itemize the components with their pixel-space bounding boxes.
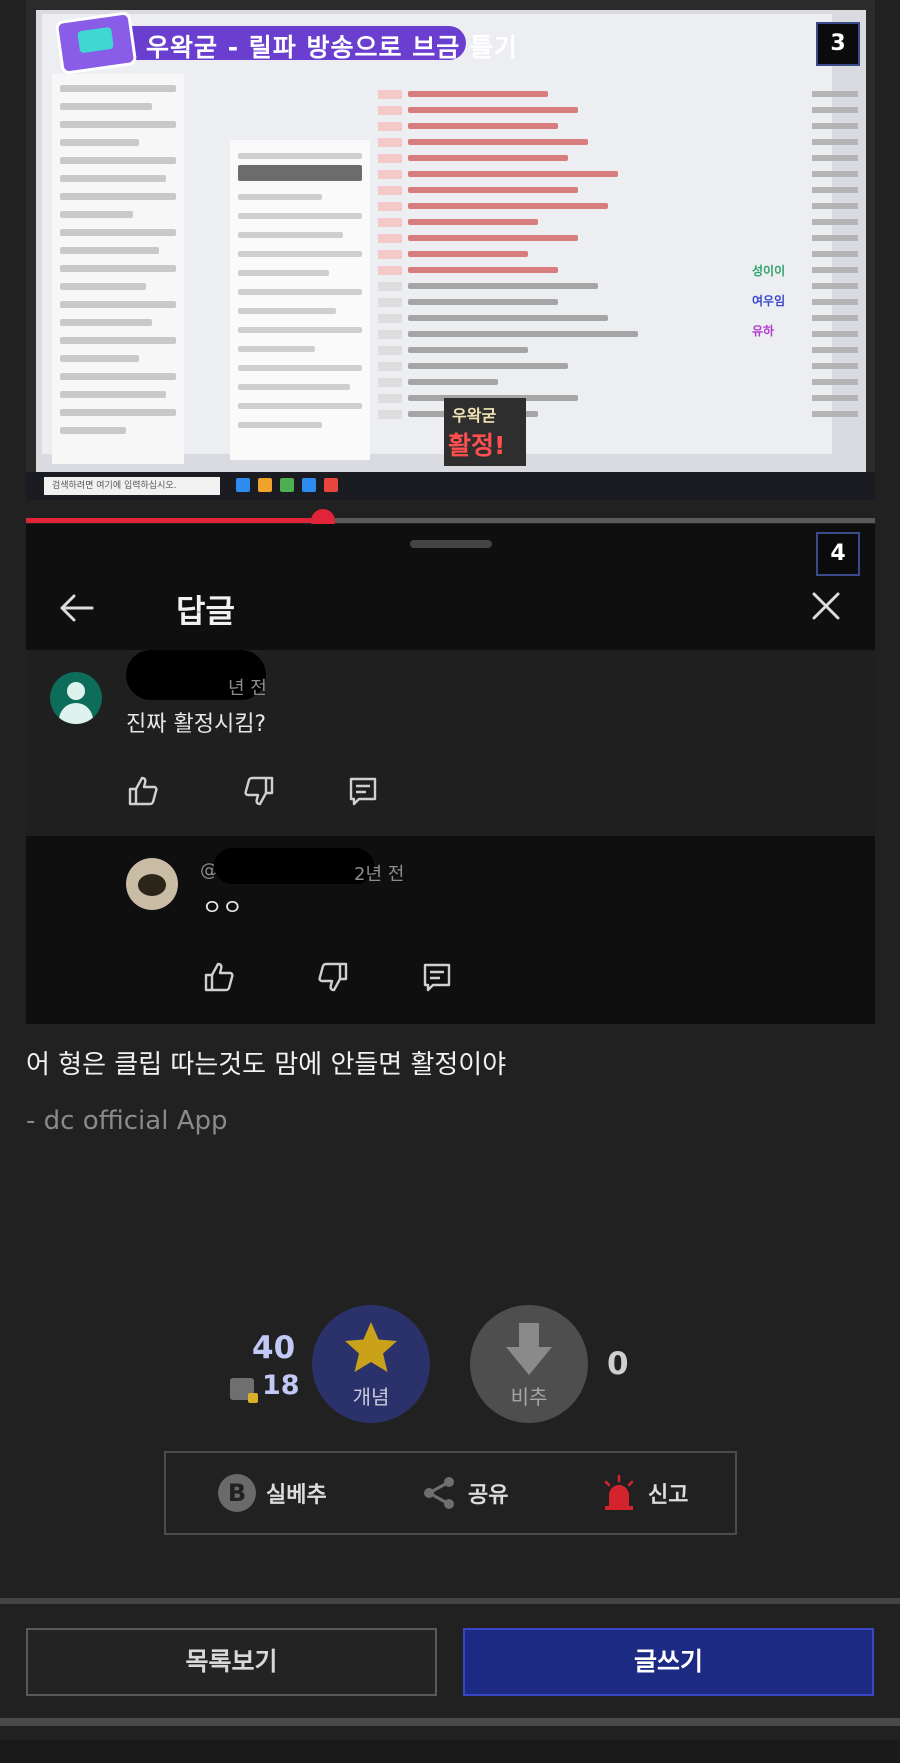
divider <box>0 1598 900 1604</box>
star-icon <box>345 1322 397 1372</box>
thumbs-down-icon[interactable] <box>242 774 276 808</box>
upvote-button[interactable]: 개념 <box>312 1305 430 1423</box>
overlay-name: 우왁굳 <box>452 406 497 425</box>
stream-screenshot: 우왁굳 - 릴파 방송으로 브금 틀기 우왁굳 활정! 성이이 여우임 유하 검… <box>26 0 875 500</box>
upvote-count: 40 <box>252 1330 296 1366</box>
reply-header: 답글 <box>26 560 875 650</box>
comment-item: @ 2년 전 ㅇㅇ <box>26 836 875 1024</box>
siren-icon <box>604 1474 634 1510</box>
thumbs-down-icon[interactable] <box>316 960 350 994</box>
best-b-icon: B <box>218 1474 256 1512</box>
chat-name: 여우임 <box>752 294 786 308</box>
report-label: 신고 <box>648 1483 689 1508</box>
post-signature: - dc official App <box>26 1106 228 1136</box>
best-recommend-button[interactable]: B 실베추 <box>218 1473 327 1513</box>
comment-time: 2년 전 <box>354 864 405 885</box>
close-icon[interactable] <box>806 586 846 626</box>
downvote-button[interactable]: 비추 <box>470 1305 588 1423</box>
taskbar-app-icon <box>324 478 338 492</box>
thumbs-up-icon[interactable] <box>202 960 236 994</box>
avatar[interactable] <box>126 858 178 910</box>
upvote-label: 개념 <box>352 1385 390 1409</box>
image-number-badge: 3 <box>816 22 860 66</box>
thumbs-up-icon[interactable] <box>126 774 160 808</box>
stream-title: 우왁굳 - 릴파 방송으로 브금 틀기 <box>146 33 518 62</box>
video-progress-bar[interactable] <box>26 509 875 533</box>
post-actions: B 실베추 공유 신고 <box>164 1451 737 1535</box>
windows-taskbar: 검색하려면 여기에 입력하십시오. <box>26 472 875 500</box>
cafe-sidebar-left <box>52 74 184 464</box>
down-arrow-icon <box>506 1323 552 1375</box>
downvote-label: 비추 <box>510 1385 548 1409</box>
chat-name: 유하 <box>752 324 775 338</box>
streamer-logo-icon <box>54 10 138 76</box>
video-progress-fill <box>26 518 324 523</box>
back-arrow-icon[interactable] <box>56 588 96 628</box>
reply-icon[interactable] <box>346 774 380 808</box>
share-button[interactable]: 공유 <box>420 1473 508 1513</box>
avatar[interactable] <box>50 672 102 724</box>
post-body-text: 어 형은 클립 따는것도 맘에 안들면 활정이야 <box>26 1050 507 1080</box>
taskbar-app-icon <box>258 478 272 492</box>
drag-handle[interactable] <box>410 540 492 548</box>
taskbar-app-icon <box>236 478 250 492</box>
redacted-username <box>214 848 374 884</box>
taskbar-search: 검색하려면 여기에 입력하십시오. <box>44 477 220 495</box>
report-button[interactable]: 신고 <box>600 1473 688 1513</box>
chat-name: 성이이 <box>752 264 786 278</box>
share-icon <box>424 1477 454 1509</box>
footer-strip <box>0 1740 900 1763</box>
stream-overlay-badge: 우왁굳 활정! <box>444 398 526 466</box>
taskbar-app-icon <box>280 478 294 492</box>
fixed-upvote-count: 18 <box>262 1370 300 1401</box>
comment-text: ㅇㅇ <box>202 896 243 921</box>
write-button[interactable]: 글쓰기 <box>463 1628 874 1696</box>
list-button[interactable]: 목록보기 <box>26 1628 437 1696</box>
cafe-sidebar-inner <box>230 140 370 460</box>
reply-title: 답글 <box>176 592 235 630</box>
comment-time: 년 전 <box>228 678 267 699</box>
divider <box>0 1718 900 1726</box>
taskbar-app-icon <box>302 478 316 492</box>
reply-icon[interactable] <box>420 960 454 994</box>
overlay-text: 활정! <box>448 431 506 460</box>
comment-item: 년 전 진짜 활정시킴? <box>26 650 875 836</box>
best-recommend-label: 실베추 <box>266 1483 327 1508</box>
reply-panel-screenshot: 4 답글 년 전 진짜 활정시킴? @ 2년 전 ㅇㅇ <box>26 524 875 1024</box>
fixed-user-icon <box>230 1378 258 1403</box>
share-label: 공유 <box>468 1483 509 1508</box>
comment-text: 진짜 활정시킴? <box>126 712 267 737</box>
stream-chat: 성이이 여우임 유하 <box>752 262 785 352</box>
downvote-count: 0 <box>607 1346 629 1382</box>
